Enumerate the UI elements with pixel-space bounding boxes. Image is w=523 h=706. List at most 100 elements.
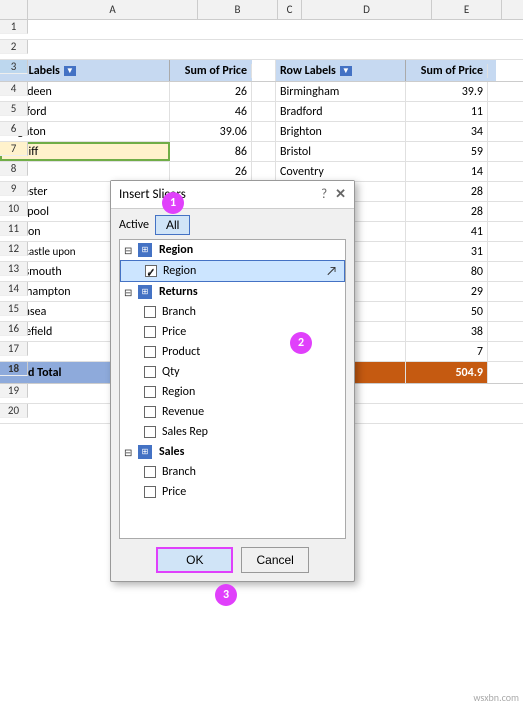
- badge-3: 3: [215, 584, 237, 606]
- item-label-returns-qty: Qty: [162, 365, 180, 379]
- dialog-footer: OK Cancel: [111, 539, 354, 581]
- col-header-b: B: [198, 0, 278, 19]
- row-num-5: 5: [0, 102, 28, 116]
- cell-5-e: 11: [406, 102, 488, 121]
- expand-returns-icon[interactable]: ⊟: [124, 286, 134, 299]
- cell-7-e: 59: [406, 142, 488, 161]
- expand-region-icon[interactable]: ⊟: [124, 244, 134, 257]
- row-num-11: 11: [0, 222, 28, 236]
- table-icon-returns: ⊞: [138, 285, 152, 299]
- row-num-12: 12: [0, 242, 28, 256]
- dialog-titlebar: Insert Slicers ? ✕: [111, 181, 354, 209]
- slicer-item-returns-region[interactable]: Region: [120, 382, 345, 402]
- cell-7-d: Bristol: [276, 142, 406, 161]
- group-label-returns: Returns: [159, 285, 198, 299]
- watermark: wsxbn.com: [473, 691, 519, 704]
- badge-2: 2: [290, 332, 312, 354]
- checkbox-returns-price[interactable]: [144, 326, 156, 338]
- slicer-item-returns-salesrep[interactable]: Sales Rep: [120, 422, 345, 442]
- group-header-region[interactable]: ⊟ ⊞ Region: [120, 240, 345, 260]
- dialog-controls: ? ✕: [321, 187, 346, 202]
- col-header-e: E: [432, 0, 502, 19]
- cell-11-e: 41: [406, 222, 488, 241]
- item-label-returns-product: Product: [162, 345, 200, 359]
- cell-5-d: Bradford: [276, 102, 406, 121]
- row-num-14: 14: [0, 282, 28, 296]
- row-num-4: 4: [0, 82, 28, 96]
- checkbox-sales-price[interactable]: [144, 486, 156, 498]
- row-num-2: 2: [0, 40, 28, 54]
- row-num-6: 6: [0, 122, 28, 136]
- dialog-help-button[interactable]: ?: [321, 187, 327, 202]
- cell-8-b: 26: [170, 162, 252, 181]
- checkbox-returns-branch[interactable]: [144, 306, 156, 318]
- filter-icon-right[interactable]: ▼: [340, 66, 352, 76]
- item-label-returns-revenue: Revenue: [162, 405, 204, 419]
- slicer-item-sales-price[interactable]: Price: [120, 482, 345, 502]
- table-icon-region: ⊞: [138, 243, 152, 257]
- group-header-returns[interactable]: ⊟ ⊞ Returns: [120, 282, 345, 302]
- cell-10-e: 28: [406, 202, 488, 221]
- dialog-tabs: Active All: [111, 209, 354, 239]
- expand-sales-icon[interactable]: ⊟: [124, 446, 134, 459]
- cell-6-d: Brighton: [276, 122, 406, 141]
- item-label-sales-branch: Branch: [162, 465, 196, 479]
- slicer-item-returns-revenue[interactable]: Revenue: [120, 402, 345, 422]
- group-header-sales[interactable]: ⊟ ⊞ Sales: [120, 442, 345, 462]
- row-num-1: 1: [0, 20, 28, 34]
- spreadsheet: A B C D E 1 2 3 Row Labels ▼ Sum of Pric…: [0, 0, 523, 706]
- slicer-item-returns-branch[interactable]: Branch: [120, 302, 345, 322]
- group-label-region: Region: [159, 243, 193, 257]
- slicer-item-sales-branch[interactable]: Branch: [120, 462, 345, 482]
- ok-button[interactable]: OK: [156, 547, 233, 573]
- item-label-returns-region: Region: [162, 385, 195, 399]
- cell-6-b: 39.06: [170, 122, 252, 141]
- item-label-returns-price: Price: [162, 325, 186, 339]
- checkbox-sales-branch[interactable]: [144, 466, 156, 478]
- slicer-list[interactable]: ⊟ ⊞ Region ✓ Region ↗ ⊟ ⊞ Returns Branch: [119, 239, 346, 539]
- cell-9-e: 28: [406, 182, 488, 201]
- checkbox-returns-qty[interactable]: [144, 366, 156, 378]
- cell-17-e: 7: [406, 342, 488, 361]
- group-label-sales: Sales: [159, 445, 184, 459]
- cell-13-e: 80: [406, 262, 488, 281]
- row-num-13: 13: [0, 262, 28, 276]
- col-header-a: A: [28, 0, 198, 19]
- cancel-button[interactable]: Cancel: [241, 547, 308, 573]
- right-header-label: Row Labels ▼: [276, 60, 406, 81]
- cell-18-right-grand-value: 504.9: [406, 362, 488, 383]
- item-label-returns-salesrep: Sales Rep: [162, 425, 208, 439]
- cell-8-d: Coventry: [276, 162, 406, 181]
- table-icon-sales: ⊞: [138, 445, 152, 459]
- cell-4-e: 39.9: [406, 82, 488, 101]
- checkbox-returns-salesrep[interactable]: [144, 426, 156, 438]
- row-num-18: 18: [0, 362, 28, 376]
- item-label-returns-branch: Branch: [162, 305, 196, 319]
- row-num-9: 9: [0, 182, 28, 196]
- cell-12-e: 31: [406, 242, 488, 261]
- row-num-10: 10: [0, 202, 28, 216]
- dialog-close-button[interactable]: ✕: [335, 187, 346, 202]
- row-num-16: 16: [0, 322, 28, 336]
- cell-7-b: 86: [170, 142, 252, 161]
- cell-16-e: 38: [406, 322, 488, 341]
- active-tab-label: Active: [119, 218, 149, 232]
- filter-icon-left[interactable]: ▼: [64, 66, 76, 76]
- checkbox-returns-product[interactable]: [144, 346, 156, 358]
- cell-4-b: 26: [170, 82, 252, 101]
- checkbox-returns-region[interactable]: [144, 386, 156, 398]
- badge-1: 1: [162, 192, 184, 214]
- row-num-15: 15: [0, 302, 28, 316]
- column-headers: A B C D E: [0, 0, 523, 20]
- insert-slicers-dialog: Insert Slicers ? ✕ Active All ⊟ ⊞ Region…: [110, 180, 355, 582]
- item-label-sales-price: Price: [162, 485, 186, 499]
- left-header-value: Sum of Price: [170, 64, 252, 78]
- checkbox-returns-revenue[interactable]: [144, 406, 156, 418]
- cursor-region: ↗: [326, 264, 337, 279]
- slicer-item-returns-qty[interactable]: Qty: [120, 362, 345, 382]
- tab-all-button[interactable]: All: [155, 215, 190, 235]
- col-header-c: C: [278, 0, 302, 19]
- cell-8-e: 14: [406, 162, 488, 181]
- checkbox-region-region[interactable]: ✓: [145, 265, 157, 277]
- slicer-item-region-region[interactable]: ✓ Region ↗: [120, 260, 345, 282]
